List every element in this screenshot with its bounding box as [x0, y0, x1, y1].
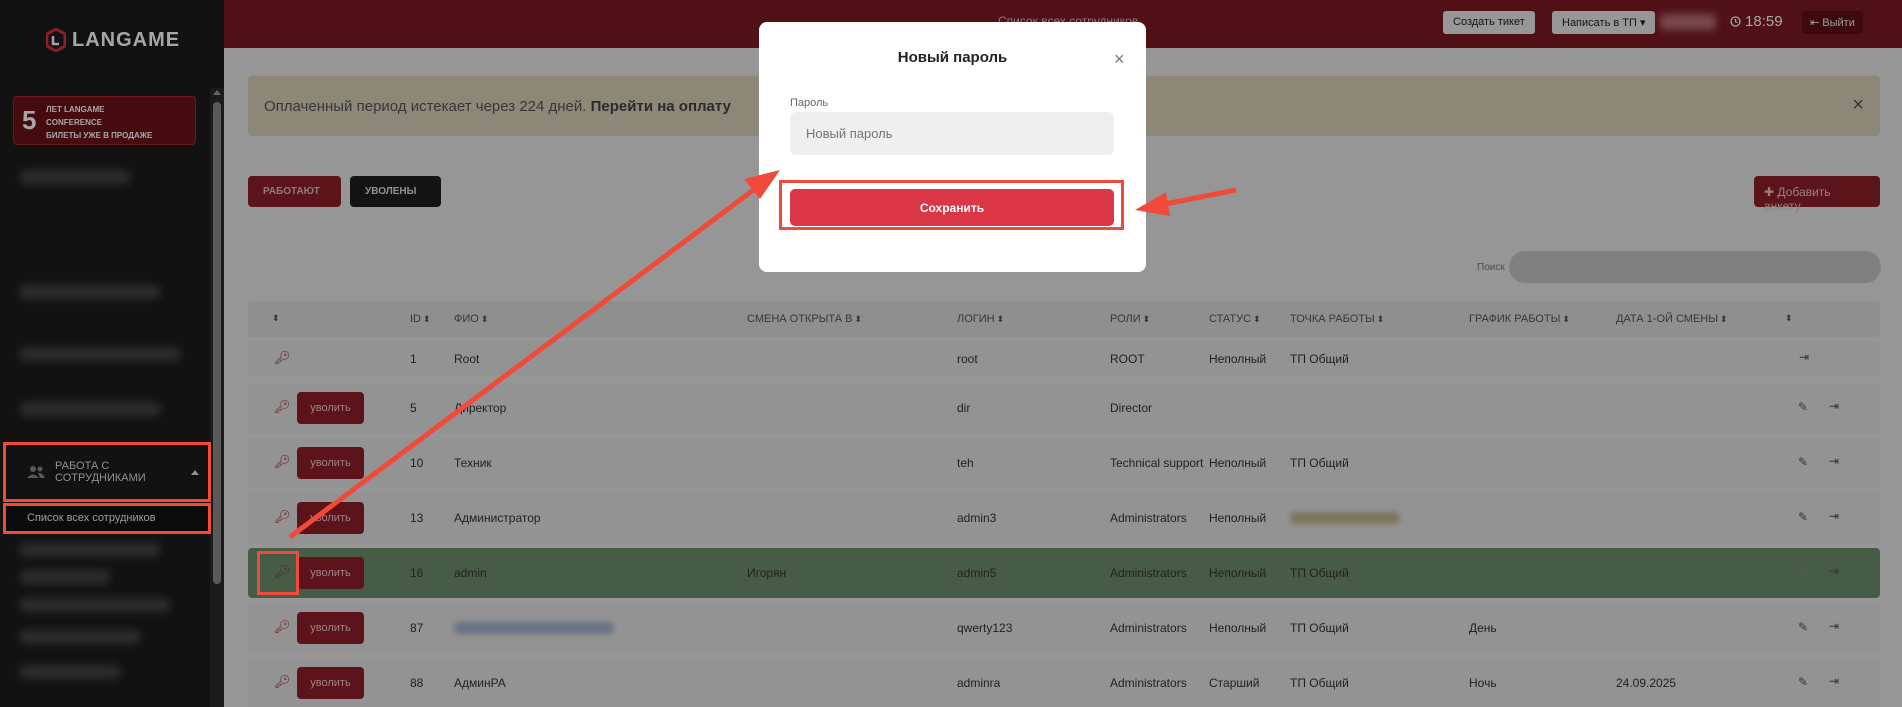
annotation-box-staff-list	[3, 503, 211, 534]
modal-title: Новый пароль	[897, 49, 1008, 66]
annotation-box-save-button	[779, 180, 1124, 230]
close-icon[interactable]: ×	[1114, 49, 1125, 70]
new-password-modal: Новый пароль × Пароль Сохранить	[759, 22, 1146, 272]
annotation-box-staff-section	[3, 442, 211, 502]
password-label: Пароль	[790, 97, 829, 109]
password-input[interactable]	[790, 112, 1114, 155]
annotation-box-key-icon	[257, 551, 299, 595]
